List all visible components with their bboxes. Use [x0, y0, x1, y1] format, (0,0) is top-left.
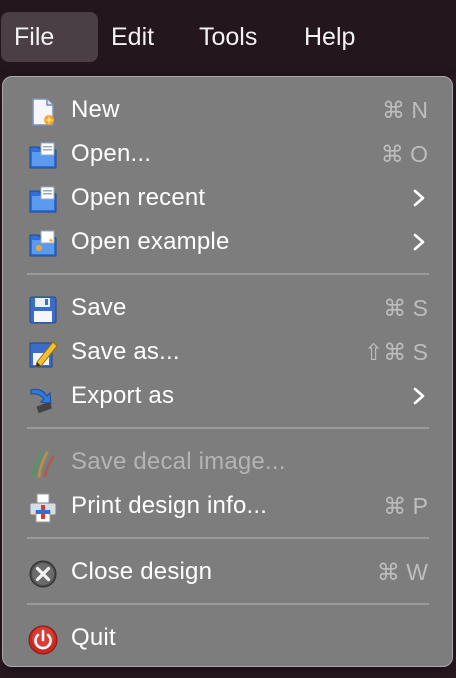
menu-item-label: Print design info...	[71, 492, 268, 519]
decal-brush-icon	[27, 448, 59, 480]
file-menu-dropdown: New ⌘ N Open... ⌘ O Open recent Open exa…	[2, 76, 453, 667]
menu-separator	[27, 273, 429, 275]
chevron-right-icon	[412, 189, 426, 207]
shortcut-label: ⇧⌘ S	[363, 339, 428, 365]
menu-item-label: Save	[71, 294, 127, 321]
menu-separator	[27, 427, 429, 429]
shortcut-label: ⌘ N	[382, 97, 428, 123]
open-folder-icon	[27, 140, 59, 172]
menu-item-label: Open...	[71, 140, 152, 167]
menu-item-label: Open recent	[71, 184, 206, 211]
close-circle-icon	[27, 558, 59, 590]
menu-item-save-decal-image: Save decal image...	[3, 440, 452, 484]
menu-item-label: New	[71, 96, 120, 123]
menu-item-label: Open example	[71, 228, 230, 255]
shortcut-label: ⌘ S	[383, 295, 428, 321]
export-arrow-icon	[27, 382, 59, 414]
menu-separator	[27, 537, 429, 539]
chevron-right-icon	[412, 387, 426, 405]
menu-item-label: Quit	[71, 624, 116, 651]
shortcut-label: ⌘ W	[376, 559, 428, 585]
shortcut-label: ⌘ O	[380, 141, 428, 167]
printer-icon	[27, 492, 59, 524]
menu-separator	[27, 603, 429, 605]
menu-item-print-design-info[interactable]: Print design info... ⌘ P	[3, 484, 452, 528]
open-recent-folder-icon	[27, 184, 59, 216]
menu-item-label: Save as...	[71, 338, 180, 365]
menu-item-save-as[interactable]: Save as... ⇧⌘ S	[3, 330, 452, 374]
menu-item-new[interactable]: New ⌘ N	[3, 88, 452, 132]
save-as-pencil-icon	[27, 338, 59, 370]
menubar-file[interactable]: File	[1, 12, 98, 62]
menu-item-close-design[interactable]: Close design ⌘ W	[3, 550, 452, 594]
menu-item-label: Save decal image...	[71, 448, 286, 475]
power-icon	[27, 624, 59, 656]
menu-item-quit[interactable]: Quit	[3, 616, 452, 660]
menu-item-open-recent[interactable]: Open recent	[3, 176, 452, 220]
menu-item-save[interactable]: Save ⌘ S	[3, 286, 452, 330]
menu-item-open[interactable]: Open... ⌘ O	[3, 132, 452, 176]
menu-item-label: Export as	[71, 382, 175, 409]
new-document-icon	[27, 96, 59, 128]
menu-bar: File Edit Tools Help	[0, 0, 456, 76]
floppy-disk-icon	[27, 294, 59, 326]
chevron-right-icon	[412, 233, 426, 251]
menu-item-export-as[interactable]: Export as	[3, 374, 452, 418]
shortcut-label: ⌘ P	[383, 493, 428, 519]
menu-item-label: Close design	[71, 558, 213, 585]
menubar-help[interactable]: Help	[291, 12, 368, 62]
menubar-edit[interactable]: Edit	[98, 12, 167, 62]
menu-item-open-example[interactable]: Open example	[3, 220, 452, 264]
open-example-folder-icon	[27, 228, 59, 260]
menubar-tools[interactable]: Tools	[186, 12, 270, 62]
